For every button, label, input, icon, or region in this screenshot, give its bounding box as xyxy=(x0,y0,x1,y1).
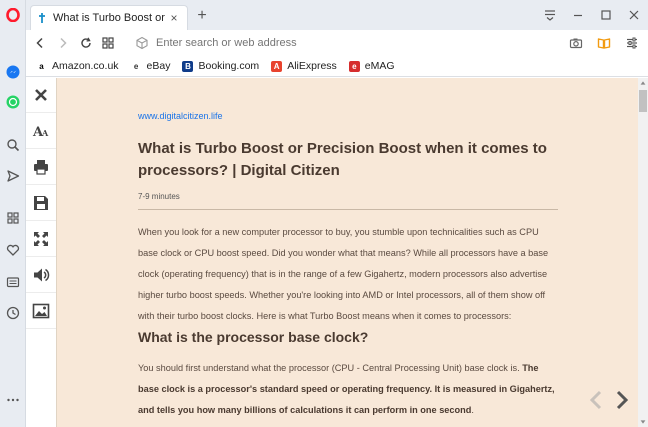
title-divider xyxy=(138,209,558,210)
emag-icon: e xyxy=(348,60,360,72)
tab-menu-icon[interactable] xyxy=(542,7,558,23)
tab-strip: What is Turbo Boost or Precis × + xyxy=(26,0,648,30)
article-title: What is Turbo Boost or Precision Boost w… xyxy=(138,140,547,179)
easy-setup-icon[interactable] xyxy=(624,35,640,51)
svg-text:A: A xyxy=(41,128,49,138)
back-button[interactable] xyxy=(32,35,48,51)
speed-dial-icon[interactable] xyxy=(3,208,23,228)
more-icon[interactable] xyxy=(3,390,23,410)
tab-active[interactable]: What is Turbo Boost or Precis × xyxy=(30,5,188,30)
reload-button[interactable] xyxy=(78,35,94,51)
save-icon[interactable] xyxy=(26,186,56,221)
tab-favicon-icon xyxy=(37,12,47,24)
speaker-icon[interactable] xyxy=(26,258,56,293)
camera-icon[interactable] xyxy=(568,35,584,51)
aliexpress-icon: A xyxy=(271,60,283,72)
tab-title: What is Turbo Boost or Precis xyxy=(53,12,167,24)
whatsapp-icon[interactable] xyxy=(3,92,23,112)
fullscreen-icon[interactable] xyxy=(26,222,56,257)
reader-mode-icon[interactable] xyxy=(596,35,612,51)
bookmark-label: AliExpress xyxy=(287,60,337,72)
section-paragraph: You should first understand what the pro… xyxy=(138,358,558,421)
scroll-down-icon[interactable] xyxy=(638,417,648,427)
tabs-grid-icon[interactable] xyxy=(100,35,116,51)
bookmark-label: Amazon.co.uk xyxy=(52,60,119,72)
heart-icon[interactable] xyxy=(3,240,23,260)
forward-button[interactable] xyxy=(55,35,71,51)
history-icon[interactable] xyxy=(3,303,23,323)
messenger-icon[interactable] xyxy=(3,62,23,82)
image-icon[interactable] xyxy=(26,294,56,329)
address-input[interactable] xyxy=(156,34,456,52)
send-icon[interactable] xyxy=(3,166,23,186)
previous-page-button[interactable] xyxy=(588,390,604,410)
ebay-icon: e xyxy=(130,60,142,72)
section-paragraph-end: . xyxy=(471,405,474,415)
bookmark-label: eBay xyxy=(146,60,171,72)
print-icon[interactable] xyxy=(26,150,56,185)
scroll-up-icon[interactable] xyxy=(638,78,648,88)
bookmark-emag[interactable]: e eMAG xyxy=(348,60,395,72)
opera-menu-icon[interactable] xyxy=(3,5,23,25)
reader-toolbar: AA xyxy=(26,78,57,427)
navigation-bar xyxy=(26,30,648,56)
section-paragraph-text: You should first understand what the pro… xyxy=(138,363,523,373)
reader-view: www.digitalcitizen.life What is Turbo Bo… xyxy=(57,78,638,427)
bookmark-label: Booking.com xyxy=(198,60,260,72)
amazon-icon: a xyxy=(36,60,47,72)
close-window-button[interactable] xyxy=(626,7,642,23)
bookmark-booking[interactable]: B Booking.com xyxy=(182,60,259,72)
minimize-button[interactable] xyxy=(570,7,586,23)
search-icon[interactable] xyxy=(3,135,23,155)
intro-paragraph: When you look for a new computer process… xyxy=(138,227,549,321)
next-page-button[interactable] xyxy=(614,390,630,410)
bookmark-label: eMAG xyxy=(364,60,395,72)
bookmarks-bar: a Amazon.co.uk e eBay B Booking.com A AliExpres… xyxy=(26,56,648,77)
maximize-button[interactable] xyxy=(598,7,614,23)
booking-icon: B xyxy=(182,60,194,72)
tab-close-button[interactable]: × xyxy=(167,11,181,25)
new-tab-button[interactable]: + xyxy=(194,8,210,25)
font-size-icon[interactable]: AA xyxy=(26,114,56,149)
news-icon[interactable] xyxy=(3,272,23,292)
source-link[interactable]: www.digitalcitizen.life xyxy=(138,111,223,121)
bookmark-ebay[interactable]: e eBay xyxy=(130,60,171,72)
site-info-icon[interactable] xyxy=(134,35,150,51)
bookmark-amazon[interactable]: a Amazon.co.uk xyxy=(36,60,119,72)
section-heading: What is the processor base clock? xyxy=(138,329,369,345)
reading-time: 7-9 minutes xyxy=(138,192,180,201)
opera-sidebar xyxy=(0,0,26,427)
scroll-thumb[interactable] xyxy=(639,90,647,112)
scrollbar[interactable] xyxy=(638,78,648,427)
close-reader-icon[interactable] xyxy=(26,78,56,113)
bookmark-aliexpress[interactable]: A AliExpress xyxy=(271,60,337,72)
